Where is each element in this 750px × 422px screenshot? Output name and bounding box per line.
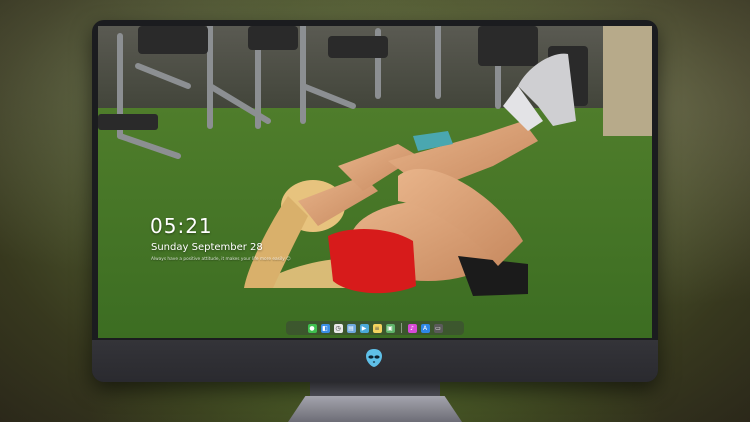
preview-icon[interactable]: ▤	[346, 323, 356, 333]
video-icon[interactable]: ▶	[359, 323, 369, 333]
wallpaper-image	[98, 26, 652, 338]
dock: ● ◧ ◷ ▤ ▶ ≡ ▣ ♪ A ▭	[286, 321, 464, 335]
alien-logo-icon	[366, 349, 382, 367]
monitor: 05:21 Sunday September 28 Always have a …	[92, 20, 658, 382]
notes-icon[interactable]: ≡	[372, 323, 382, 333]
finder-icon[interactable]: ◧	[320, 323, 330, 333]
music-icon[interactable]: ♪	[407, 323, 417, 333]
monitor-stand-base	[288, 396, 462, 422]
dock-separator	[400, 323, 402, 333]
monitor-chin	[92, 340, 658, 382]
lock-screen-quote: Always have a positive attitude, it make…	[151, 257, 291, 262]
monitor-stand-neck	[310, 382, 440, 396]
lock-screen-date: Sunday September 28	[151, 242, 263, 253]
display-icon[interactable]: ▭	[433, 323, 443, 333]
messages-icon[interactable]: ●	[307, 323, 317, 333]
lock-screen-time: 05:21	[150, 214, 213, 238]
photos-icon[interactable]: ▣	[385, 323, 395, 333]
clock-icon[interactable]: ◷	[333, 323, 343, 333]
screen: 05:21 Sunday September 28 Always have a …	[98, 26, 652, 338]
app-store-icon[interactable]: A	[420, 323, 430, 333]
